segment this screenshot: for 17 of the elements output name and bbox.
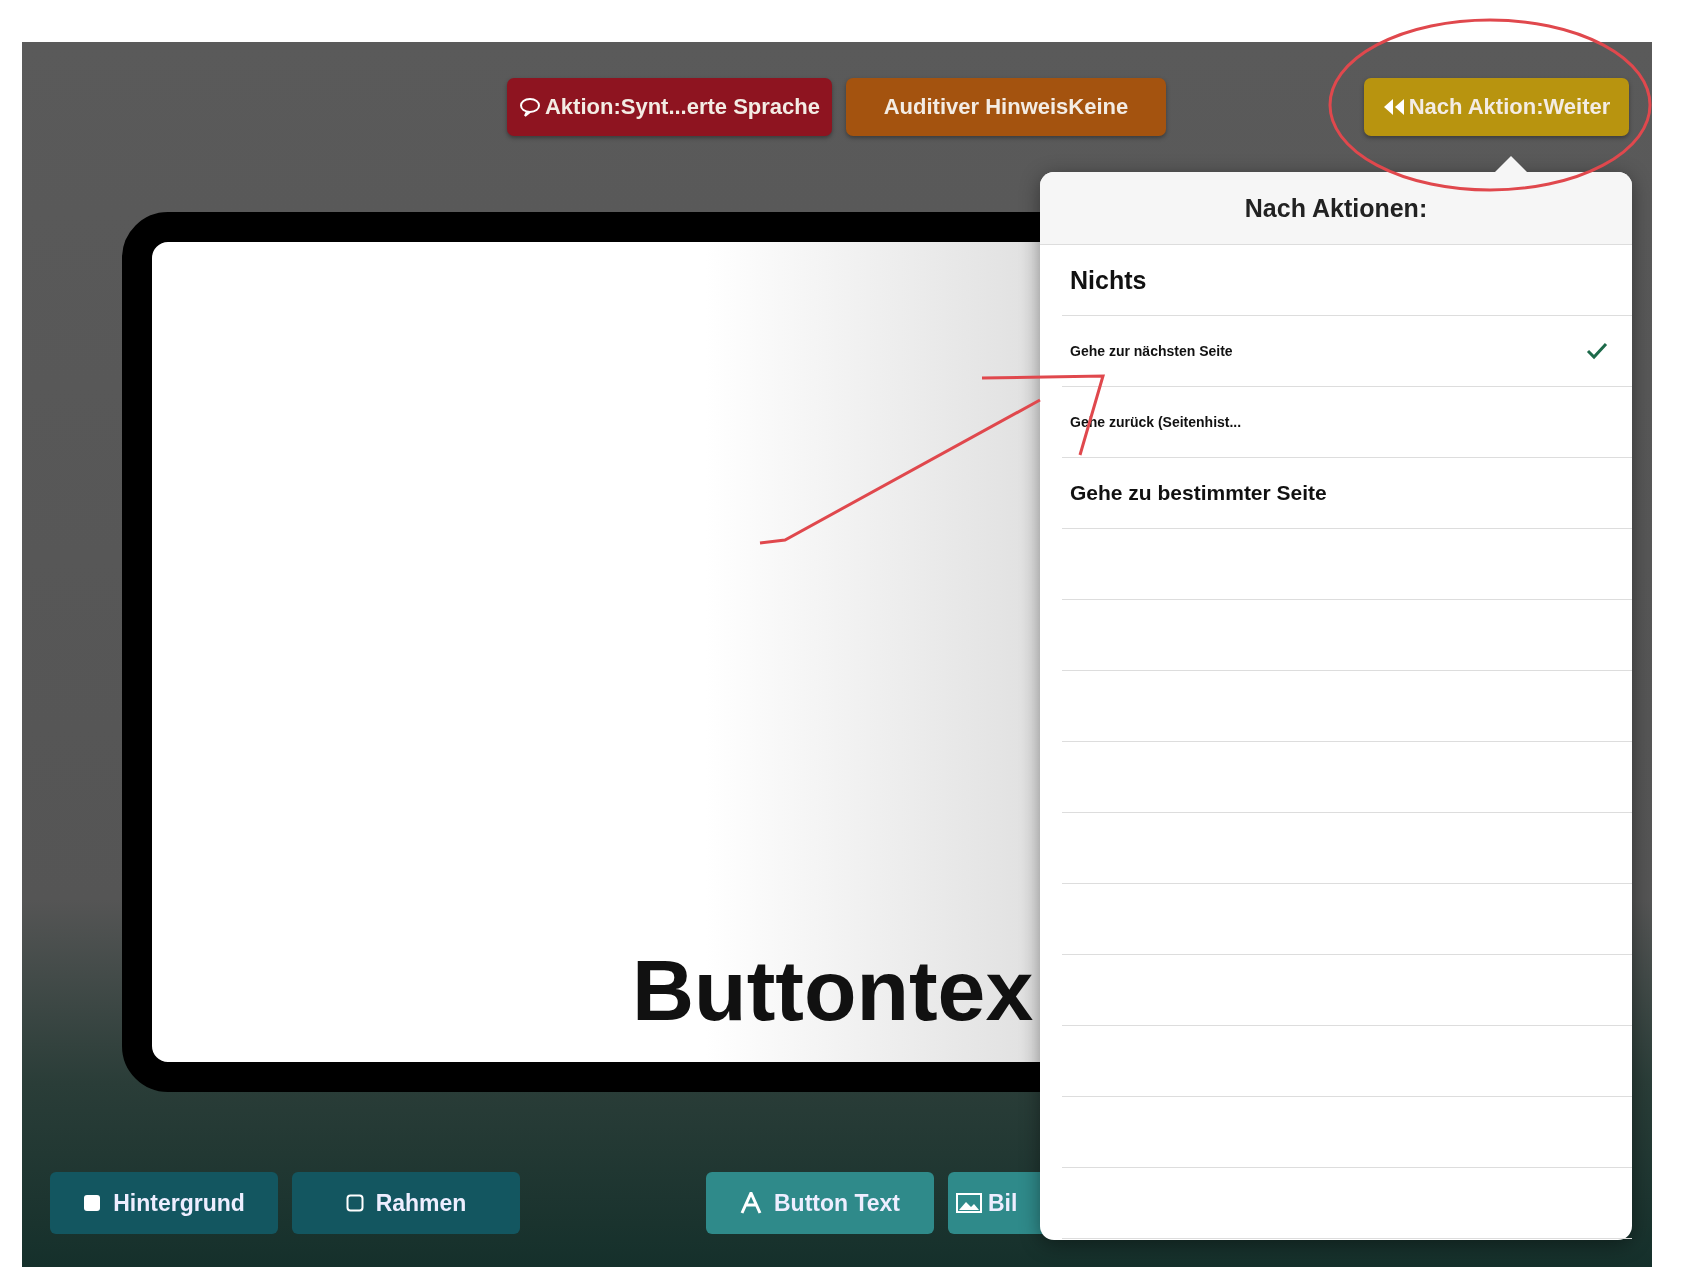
- toolbar-button[interactable]: Auditiver HinweisKeine: [846, 78, 1166, 136]
- toolbar-button[interactable]: Aktion:Synt...erte Sprache: [507, 78, 832, 136]
- bottom-toolbar-button[interactable]: Rahmen: [292, 1172, 520, 1234]
- popover-title: Nach Aktionen:: [1244, 193, 1428, 223]
- button-preview-text: Buttontex: [632, 941, 1034, 1040]
- font-icon: [739, 1192, 762, 1214]
- speech-bubble-icon: [518, 97, 541, 117]
- checkmark-icon: [1586, 342, 1608, 360]
- menu-option[interactable]: Gehe zur nächsten Seite: [1062, 316, 1632, 387]
- image-icon: [956, 1193, 982, 1213]
- bottom-toolbar-button[interactable]: Button Text: [706, 1172, 934, 1234]
- square-icon: [83, 1194, 102, 1212]
- square-outline-icon: [345, 1194, 364, 1212]
- bottom-toolbar-button[interactable]: Hintergrund: [50, 1172, 278, 1234]
- rewind-icon: [1382, 98, 1405, 116]
- menu-option[interactable]: Gehe zu bestimmter Seite: [1062, 458, 1632, 529]
- menu-option[interactable]: Nichts: [1062, 245, 1632, 316]
